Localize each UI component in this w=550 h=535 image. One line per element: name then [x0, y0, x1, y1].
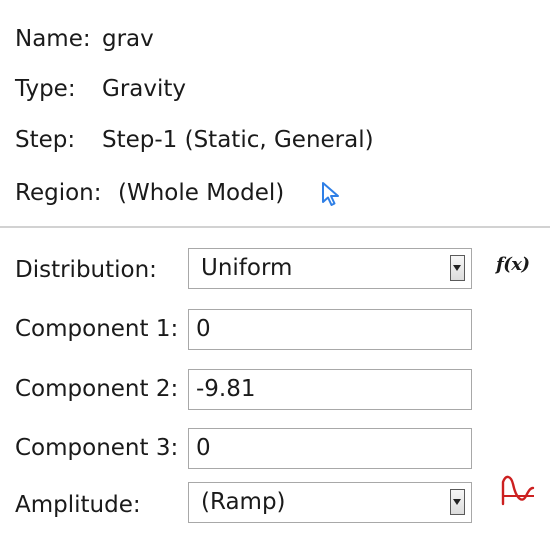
component2-value: -9.81 [196, 376, 256, 402]
section-divider [0, 226, 550, 228]
create-amplitude-icon[interactable] [500, 474, 538, 508]
component2-label: Component 2: [15, 376, 179, 402]
chevron-down-icon[interactable] [450, 489, 465, 515]
amplitude-value: (Ramp) [201, 489, 286, 515]
name-label: Name: [15, 26, 91, 52]
type-value: Gravity [102, 76, 187, 102]
component1-input[interactable]: 0 [188, 309, 472, 350]
distribution-value: Uniform [201, 255, 293, 281]
distribution-label: Distribution: [15, 257, 157, 283]
step-row: Step: Step-1 (Static, General) [15, 125, 374, 155]
component1-value: 0 [196, 316, 211, 342]
step-value: Step-1 (Static, General) [102, 127, 374, 153]
region-value: (Whole Model) [118, 180, 285, 206]
component2-input[interactable]: -9.81 [188, 369, 472, 410]
type-row: Type: Gravity [15, 74, 186, 104]
pointer-select-icon[interactable] [320, 181, 342, 207]
region-row: Region: (Whole Model) [15, 178, 284, 208]
amplitude-label: Amplitude: [15, 492, 141, 518]
component3-input[interactable]: 0 [188, 428, 472, 469]
chevron-down-icon[interactable] [450, 255, 465, 281]
fx-function-icon[interactable]: f(x) [496, 254, 530, 275]
component3-label: Component 3: [15, 435, 179, 461]
name-row: Name: grav [15, 24, 154, 54]
component3-value: 0 [196, 435, 211, 461]
name-value: grav [102, 26, 154, 52]
distribution-select[interactable]: Uniform [188, 248, 472, 289]
component1-label: Component 1: [15, 316, 179, 342]
step-label: Step: [15, 127, 76, 153]
amplitude-select[interactable]: (Ramp) [188, 482, 472, 523]
region-label: Region: [15, 180, 102, 206]
type-label: Type: [15, 76, 76, 102]
